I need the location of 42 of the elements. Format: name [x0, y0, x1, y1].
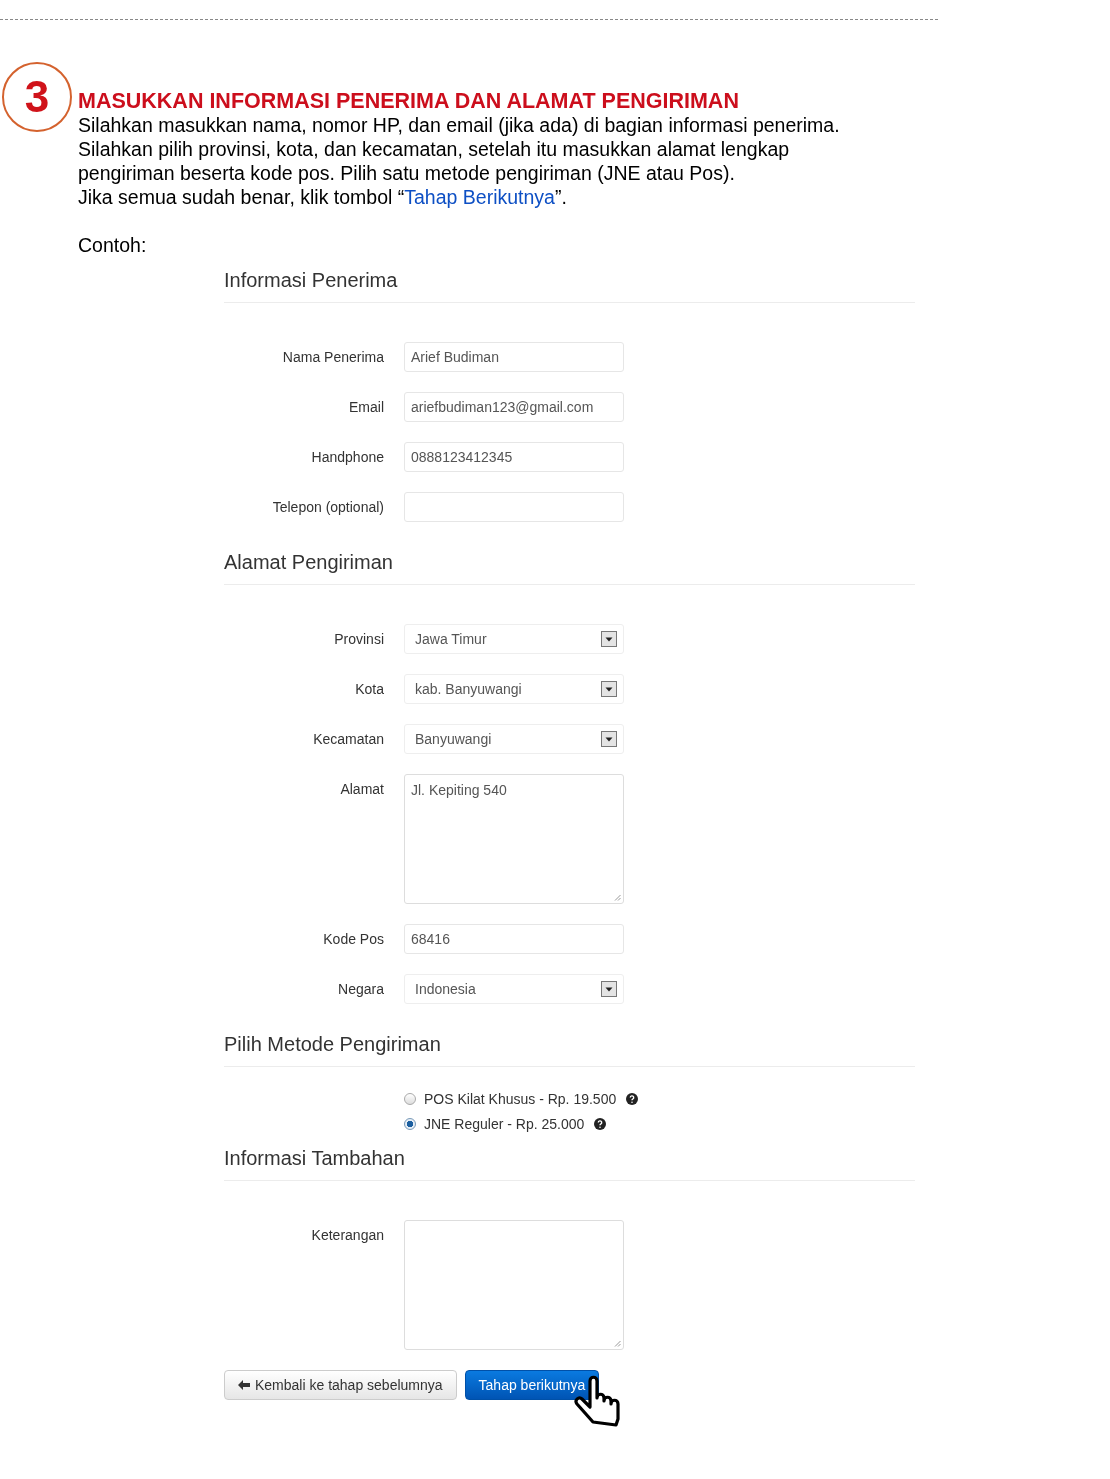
text-field[interactable] [404, 492, 624, 522]
help-icon[interactable] [594, 1117, 607, 1130]
step-title: MASUKKAN INFORMASI PENERIMA DAN ALAMAT PENGIRIMAN [78, 89, 740, 113]
radio-button[interactable] [404, 1092, 416, 1105]
dropdown[interactable]: Jawa Timur [404, 624, 624, 654]
example-label: Contoh: [78, 233, 147, 257]
field-label: Negara [337, 980, 384, 999]
link[interactable]: Tahap Berikutnya [404, 186, 555, 208]
section-heading: Pilih Metode Pengiriman [224, 1032, 915, 1067]
arrow-left-icon [238, 1380, 250, 1390]
section-heading: Alamat Pengiriman [224, 550, 915, 585]
option-label[interactable]: POS Kilat Khusus - Rp. 19.500 [424, 1090, 617, 1107]
section-heading: Informasi Tambahan [224, 1146, 915, 1181]
field-label: Kota [354, 680, 384, 699]
section-heading: Informasi Penerima [224, 268, 915, 303]
instructions: Silahkan masukkan nama, nomor HP, dan email (jika ada) di bagian informasi penerima. Silahkan pilih provinsi, kota, dan kecamatan, setelah itu masukkan alamat lengkap pengiriman beserta kode pos. Pilih satu metode pengiriman (JNE atau Pos). Jika semua sudah benar, klik tombol “Tahap Berikutnya”. [78, 113, 840, 209]
help-icon[interactable] [626, 1092, 639, 1105]
field-label: Alamat [339, 780, 384, 799]
text-area[interactable] [404, 1220, 624, 1350]
text-field[interactable]: 68416 [404, 924, 624, 954]
field-label: Kode Pos [322, 930, 384, 949]
field-label: Keterangan [310, 1226, 384, 1245]
field-label: Telepon (optional) [271, 498, 384, 517]
field-label: Kecamatan [312, 730, 384, 749]
field-label: Provinsi [333, 630, 384, 649]
text-field[interactable]: Arief Budiman [404, 342, 624, 372]
resize-grip-icon[interactable] [614, 894, 621, 901]
field-label: Nama Penerima [281, 348, 384, 367]
back-button[interactable]: Kembali ke tahap sebelumnya [224, 1370, 457, 1400]
field-label: Email [348, 398, 384, 417]
option-label[interactable]: JNE Reguler - Rp. 25.000 [424, 1115, 585, 1132]
text-field[interactable]: 0888123412345 [404, 442, 624, 472]
text-field[interactable]: ariefbudiman123@gmail.com [404, 392, 624, 422]
resize-grip-icon[interactable] [614, 1340, 621, 1347]
step-number: 3 [2, 62, 72, 132]
field-label: Handphone [310, 448, 384, 467]
dropdown[interactable]: kab. Banyuwangi [404, 674, 624, 704]
next-button[interactable]: Tahap berikutnya [464, 1370, 600, 1400]
text-area[interactable]: Jl. Kepiting 540 [404, 774, 624, 904]
dropdown[interactable]: Indonesia [404, 974, 624, 1004]
dropdown[interactable]: Banyuwangi [404, 724, 624, 754]
radio-button[interactable] [404, 1117, 416, 1130]
